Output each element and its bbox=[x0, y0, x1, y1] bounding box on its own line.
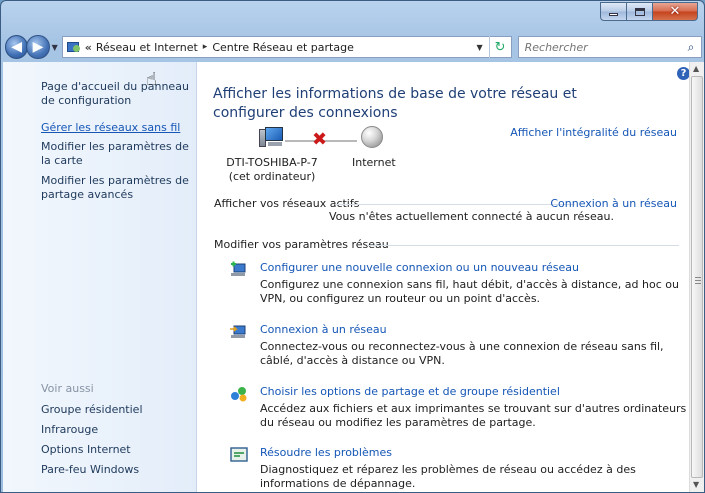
not-connected-message: Vous n'êtes actuellement connecté à aucu… bbox=[329, 210, 614, 223]
maximize-icon bbox=[634, 7, 645, 16]
vertical-scrollbar[interactable]: ▲ ▼ bbox=[689, 62, 704, 492]
full-map-link[interactable]: Afficher l'intégralité du réseau bbox=[510, 126, 677, 139]
see-also-homegroup-link[interactable]: Groupe résidentiel bbox=[41, 403, 143, 417]
search-box[interactable]: ⌕ bbox=[517, 36, 702, 58]
see-also-heading: Voir aussi bbox=[41, 382, 94, 395]
scrollbar-thumb[interactable] bbox=[691, 76, 703, 478]
see-also-infrared-link[interactable]: Infrarouge bbox=[41, 423, 98, 437]
homegroup-icon bbox=[231, 387, 247, 402]
task-troubleshoot-desc: Diagnostiquez et réparez les problèmes d… bbox=[260, 463, 636, 490]
address-dropdown-icon[interactable]: ▼ bbox=[471, 43, 489, 52]
recent-pages-chevron-icon[interactable]: ▼ bbox=[52, 43, 58, 52]
task-homegroup-desc: Accédez aux fichiers et aux imprimantes … bbox=[260, 402, 687, 429]
modify-settings-heading: Modifier vos paramètres réseau bbox=[214, 238, 389, 251]
hand-cursor-icon: ☝ bbox=[146, 69, 157, 90]
minimize-icon bbox=[609, 13, 618, 16]
close-button[interactable]: ✕ bbox=[653, 2, 698, 21]
navigation-pane: Page d'accueil du panneau de configurati… bbox=[3, 62, 197, 492]
active-networks-divider bbox=[335, 204, 575, 205]
address-overflow[interactable]: « bbox=[85, 41, 92, 54]
refresh-icon[interactable]: ↻ bbox=[488, 36, 511, 58]
computer-name: DTI-TOSHIBA-P-7 bbox=[226, 156, 318, 169]
computer-sublabel: (cet ordinateur) bbox=[228, 170, 316, 183]
task-homegroup-link[interactable]: Choisir les options de partage et de gro… bbox=[260, 385, 560, 398]
scroll-down-icon[interactable]: ▼ bbox=[693, 480, 699, 489]
modify-settings-divider bbox=[367, 245, 679, 246]
page-title: Afficher les informations de base de vot… bbox=[213, 86, 577, 121]
task-connect-network-link[interactable]: Connexion à un réseau bbox=[260, 323, 387, 336]
troubleshoot-icon bbox=[230, 447, 248, 462]
control-panel-home-link[interactable]: Page d'accueil du panneau de configurati… bbox=[41, 80, 189, 108]
computer-icon[interactable] bbox=[259, 127, 285, 151]
disconnected-x-icon[interactable]: ✖ bbox=[312, 130, 327, 150]
manage-wireless-link[interactable]: Gérer les réseaux sans fil bbox=[41, 121, 191, 135]
task-troubleshoot-link[interactable]: Résoudre les problèmes bbox=[260, 446, 392, 459]
back-button[interactable]: ◀ bbox=[5, 35, 29, 59]
connect-network-icon bbox=[230, 325, 246, 338]
window-frame: ✕ ◀ ▶ ▼ « Réseau et Internet ▸ Centre Ré… bbox=[0, 0, 705, 493]
internet-globe-icon[interactable] bbox=[361, 126, 383, 148]
new-connection-icon bbox=[231, 261, 246, 276]
computer-base bbox=[268, 142, 282, 146]
task-new-connection-desc: Configurez une connexion sans fil, haut … bbox=[260, 278, 679, 305]
task-new-connection-link[interactable]: Configurer une nouvelle connexion ou un … bbox=[260, 261, 579, 274]
see-also-internet-options-link[interactable]: Options Internet bbox=[41, 443, 131, 457]
connect-network-link[interactable]: Connexion à un réseau bbox=[550, 197, 677, 210]
caption-buttons: ✕ bbox=[600, 2, 698, 21]
advanced-sharing-link[interactable]: Modifier les paramètres de partage avanc… bbox=[41, 174, 191, 202]
address-bar[interactable]: « Réseau et Internet ▸ Centre Réseau et … bbox=[61, 36, 512, 58]
maximize-button[interactable] bbox=[627, 2, 653, 21]
scrollbar-grip bbox=[695, 277, 701, 284]
adapter-settings-link[interactable]: Modifier les paramètres de la carte bbox=[41, 140, 191, 168]
breadcrumb-network-internet[interactable]: Réseau et Internet bbox=[96, 41, 198, 54]
internet-label: Internet bbox=[352, 156, 396, 169]
scroll-up-icon[interactable]: ▲ bbox=[693, 64, 699, 73]
computer-screen bbox=[265, 127, 283, 141]
minimize-button[interactable] bbox=[600, 2, 627, 21]
forward-arrow-icon: ▶ bbox=[32, 39, 44, 55]
content-pane: Afficher les informations de base de vot… bbox=[197, 62, 689, 492]
see-also-firewall-link[interactable]: Pare-feu Windows bbox=[41, 463, 139, 477]
task-connect-network-desc: Connectez-vous ou reconnectez-vous à une… bbox=[260, 340, 664, 367]
navigation-toolbar: ◀ ▶ ▼ « Réseau et Internet ▸ Centre Rése… bbox=[3, 34, 702, 60]
network-center-icon bbox=[66, 41, 81, 53]
breadcrumb-network-center[interactable]: Centre Réseau et partage bbox=[212, 41, 354, 54]
search-icon[interactable]: ⌕ bbox=[681, 40, 701, 55]
close-icon: ✕ bbox=[669, 4, 681, 19]
back-arrow-icon: ◀ bbox=[11, 39, 23, 55]
search-input[interactable] bbox=[524, 40, 681, 54]
forward-button[interactable]: ▶ bbox=[26, 35, 50, 59]
breadcrumb-separator-icon[interactable]: ▸ bbox=[203, 42, 208, 52]
